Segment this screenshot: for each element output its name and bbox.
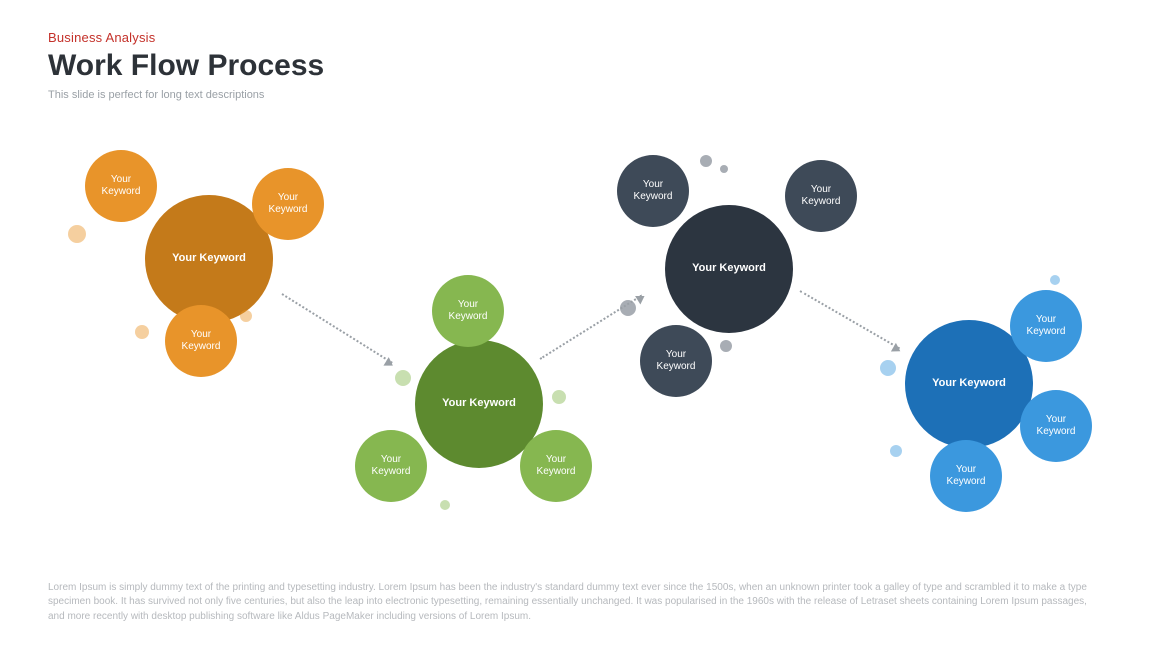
slide-header: Business Analysis Work Flow Process This… — [0, 0, 1152, 101]
cluster-green-sat: YourKeyword — [432, 275, 504, 347]
cluster-main-label: Your Keyword — [932, 377, 1006, 391]
cluster-orange-main: Your Keyword — [145, 195, 273, 323]
sat-label: YourKeyword — [802, 184, 841, 209]
dot-icon — [890, 445, 902, 457]
cluster-navy-main: Your Keyword — [665, 205, 793, 333]
sat-label: YourKeyword — [1027, 314, 1066, 339]
dot-icon — [68, 225, 86, 243]
sat-label: YourKeyword — [449, 299, 488, 324]
dot-icon — [720, 340, 732, 352]
cluster-main-label: Your Keyword — [692, 262, 766, 276]
arrow-icon — [800, 290, 901, 349]
dot-icon — [880, 360, 896, 376]
cluster-main-label: Your Keyword — [442, 397, 516, 411]
cluster-orange-sat: YourKeyword — [165, 305, 237, 377]
cluster-green-main: Your Keyword — [415, 340, 543, 468]
cluster-orange-sat: YourKeyword — [252, 168, 324, 240]
cluster-navy-sat: YourKeyword — [640, 325, 712, 397]
category-label: Business Analysis — [48, 30, 1104, 45]
sat-label: YourKeyword — [372, 454, 411, 479]
cluster-green-sat: YourKeyword — [355, 430, 427, 502]
sat-label: YourKeyword — [537, 454, 576, 479]
dot-icon — [135, 325, 149, 339]
sat-label: YourKeyword — [947, 464, 986, 489]
cluster-navy-sat: YourKeyword — [785, 160, 857, 232]
sat-label: YourKeyword — [634, 179, 673, 204]
dot-icon — [240, 310, 252, 322]
sat-label: YourKeyword — [657, 349, 696, 374]
footer-paragraph: Lorem Ipsum is simply dummy text of the … — [48, 581, 1104, 625]
cluster-orange-sat: YourKeyword — [85, 150, 157, 222]
dot-icon — [700, 155, 712, 167]
sat-label: YourKeyword — [182, 329, 221, 354]
dot-icon — [620, 300, 636, 316]
cluster-blue-sat: YourKeyword — [930, 440, 1002, 512]
cluster-blue-main: Your Keyword — [905, 320, 1033, 448]
sat-label: YourKeyword — [269, 192, 308, 217]
cluster-blue-sat: YourKeyword — [1020, 390, 1092, 462]
sat-label: YourKeyword — [1037, 414, 1076, 439]
cluster-green-sat: YourKeyword — [520, 430, 592, 502]
dot-icon — [395, 370, 411, 386]
dot-icon — [1050, 275, 1060, 285]
cluster-blue-sat: YourKeyword — [1010, 290, 1082, 362]
dot-icon — [720, 165, 728, 173]
arrow-icon — [281, 293, 392, 364]
arrow-icon — [539, 295, 642, 360]
cluster-main-label: Your Keyword — [172, 252, 246, 266]
dot-icon — [552, 390, 566, 404]
slide-subtitle: This slide is perfect for long text desc… — [48, 89, 1104, 101]
slide-title: Work Flow Process — [48, 49, 1104, 83]
cluster-navy-sat: YourKeyword — [617, 155, 689, 227]
sat-label: YourKeyword — [102, 174, 141, 199]
dot-icon — [440, 500, 450, 510]
